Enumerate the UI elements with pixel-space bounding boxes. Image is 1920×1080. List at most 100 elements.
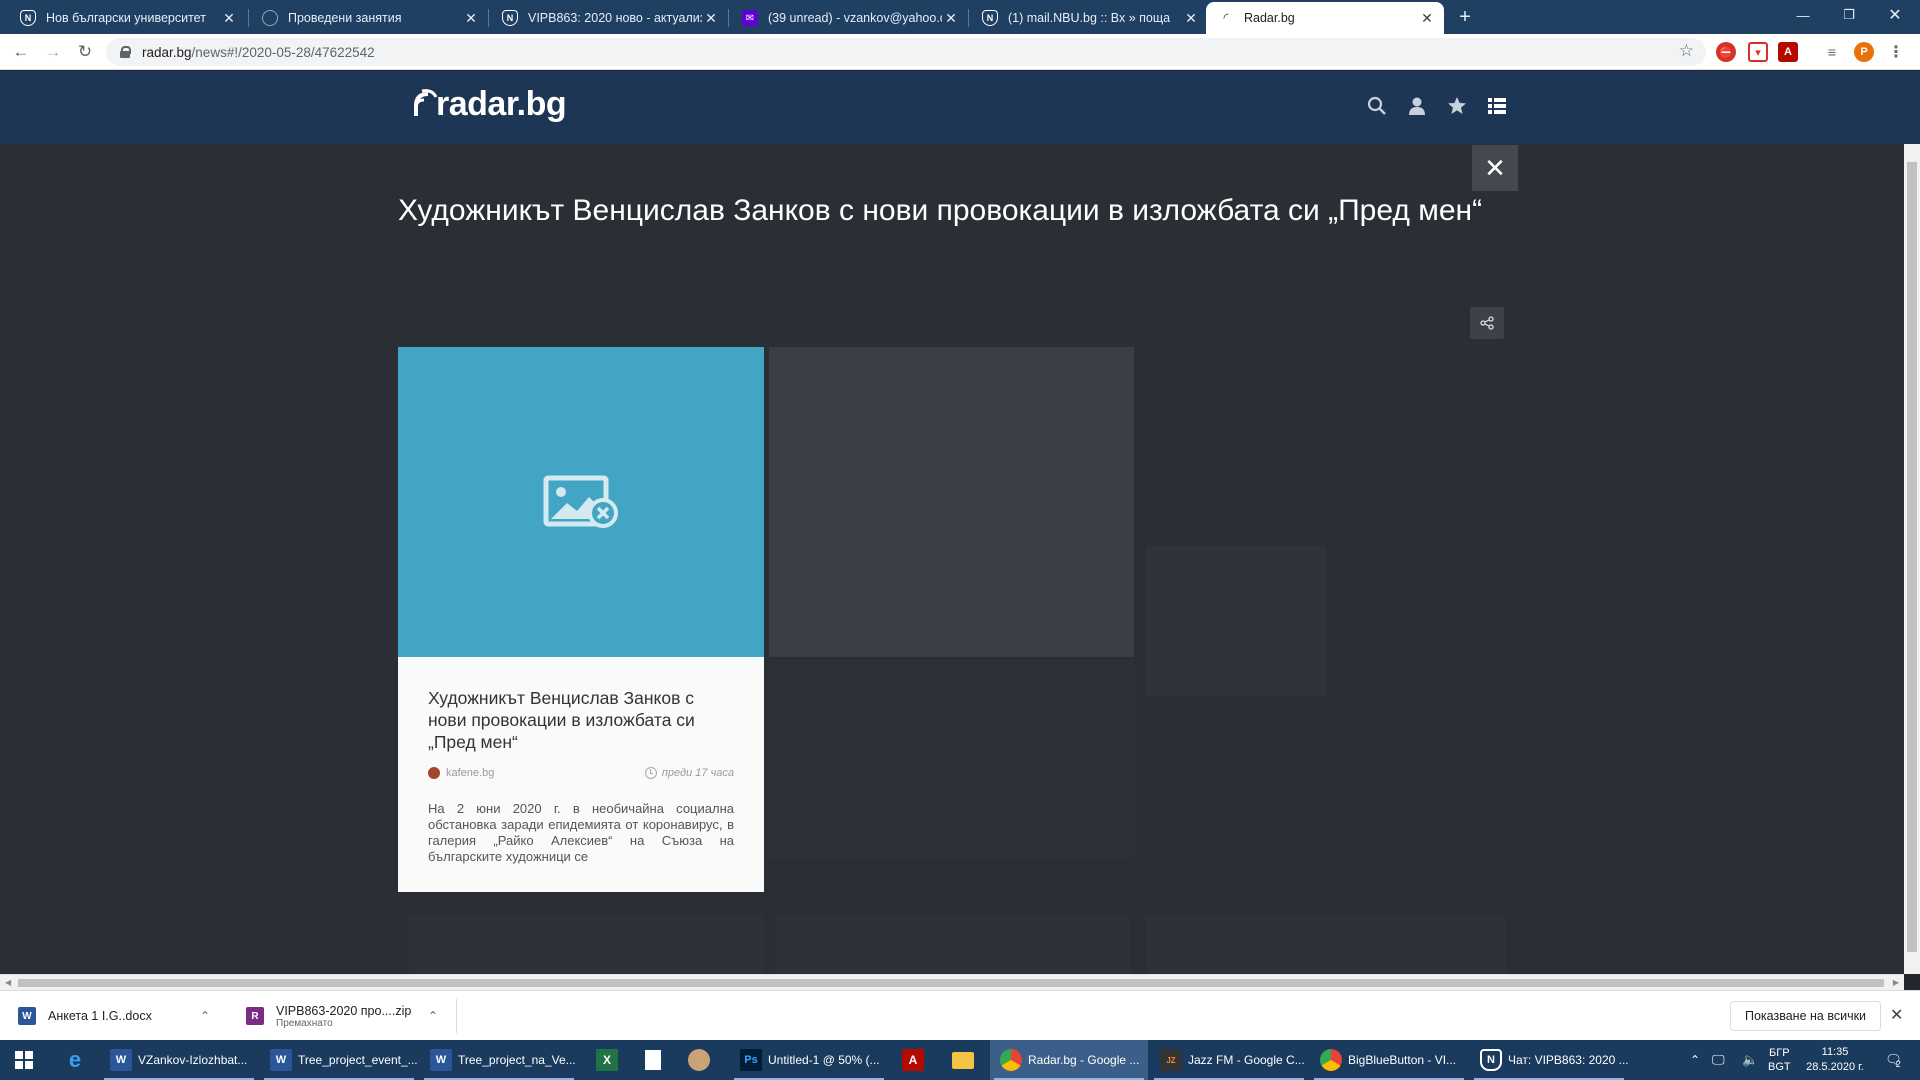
background-card xyxy=(775,915,1130,974)
share-button[interactable] xyxy=(1470,307,1504,339)
source-logo-icon xyxy=(428,767,440,779)
browser-tab[interactable]: N VIPB863: 2020 ново - актуализи ✕ xyxy=(490,2,728,34)
start-button[interactable] xyxy=(0,1040,48,1080)
download-name: Анкета 1 I.G..docx xyxy=(48,1009,152,1023)
star-icon[interactable] xyxy=(1446,95,1470,119)
restore-button[interactable]: ❐ xyxy=(1826,0,1872,30)
taskbar-app-label: Untitled-1 @ 50% (... xyxy=(768,1053,880,1067)
close-window-button[interactable]: ✕ xyxy=(1872,0,1918,30)
close-tab-icon[interactable]: ✕ xyxy=(942,9,960,27)
taskbar-app-active[interactable]: Radar.bg - Google ... xyxy=(990,1040,1148,1080)
scroll-right-icon[interactable]: ▶ xyxy=(1893,978,1899,987)
downloads-shelf: W Анкета 1 I.G..docx ⌃ R VIPB863-2020 пр… xyxy=(0,990,1920,1040)
nbu-logo-icon: N xyxy=(502,10,518,26)
taskbar-app[interactable]: JZ Jazz FM - Google C... xyxy=(1150,1040,1308,1080)
back-button[interactable]: ← xyxy=(10,41,32,63)
forward-button[interactable]: → xyxy=(42,41,64,63)
show-all-downloads-button[interactable]: Показване на всички xyxy=(1730,1001,1882,1031)
share-icon xyxy=(1480,316,1494,330)
background-card xyxy=(1146,915,1506,974)
taskbar-app[interactable]: W VZankov-Izlozhbat... xyxy=(100,1040,258,1080)
site-header: radar.bg xyxy=(0,71,1920,144)
chevron-up-icon[interactable]: ⌃ xyxy=(428,1009,438,1023)
file-explorer-icon[interactable] xyxy=(940,1040,986,1080)
edge-icon[interactable]: e xyxy=(52,1040,98,1080)
network-icon[interactable]: 🖵 xyxy=(1712,1040,1725,1080)
browser-app-icon[interactable] xyxy=(676,1040,722,1080)
card-excerpt: На 2 юни 2020 г. в необичайна социална о… xyxy=(428,801,734,864)
user-icon[interactable] xyxy=(1406,95,1430,119)
download-name: VIPB863-2020 про....zip xyxy=(276,1003,412,1018)
reload-button[interactable]: ↻ xyxy=(74,41,96,63)
scrollbar-thumb[interactable] xyxy=(18,979,1884,987)
close-tab-icon[interactable]: ✕ xyxy=(702,9,720,27)
new-tab-button[interactable]: + xyxy=(1454,6,1476,28)
volume-icon[interactable]: 🔈 xyxy=(1742,1040,1758,1080)
card-source[interactable]: kafene.bg xyxy=(428,767,494,779)
article-image-placeholder[interactable] xyxy=(398,347,764,657)
acrobat-icon[interactable]: A xyxy=(890,1040,936,1080)
excel-icon[interactable]: X xyxy=(584,1040,630,1080)
horizontal-scrollbar[interactable]: ◀ ▶ xyxy=(0,974,1904,990)
browser-tab[interactable]: ✉ (39 unread) - vzankov@yahoo.cc ✕ xyxy=(730,2,968,34)
background-card xyxy=(769,660,1134,860)
address-bar[interactable]: radar.bg/news#!/2020-05-28/47622542 ☆ xyxy=(106,38,1706,66)
download-item[interactable]: R VIPB863-2020 про....zip Премахнато ⌃ xyxy=(246,999,446,1033)
tab-title: Нов български университет xyxy=(46,11,206,25)
browser-toolbar: ← → ↻ radar.bg/news#!/2020-05-28/4762254… xyxy=(0,34,1920,70)
close-tab-icon[interactable]: ✕ xyxy=(220,9,238,27)
taskbar-app[interactable]: N Чат: VIPB863: 2020 ... xyxy=(1470,1040,1628,1080)
more-menu-icon[interactable]: ⋮ xyxy=(1886,42,1906,62)
notification-center-button[interactable]: 🗨 2 xyxy=(1878,1040,1908,1080)
taskbar-app[interactable]: W Tree_project_event_... xyxy=(260,1040,418,1080)
logo-text: radar.bg xyxy=(436,85,567,123)
lock-icon[interactable] xyxy=(120,46,131,58)
winrar-icon: R xyxy=(246,1007,264,1025)
word-icon: W xyxy=(110,1049,132,1071)
tray-overflow-icon[interactable]: ⌃ xyxy=(1690,1040,1700,1080)
taskbar-app[interactable]: W Tree_project_na_Ve... xyxy=(420,1040,578,1080)
pocket-extension-icon[interactable]: ▾ xyxy=(1748,42,1768,62)
tab-title: (1) mail.NBU.bg :: Вх » поща xyxy=(1008,11,1171,25)
download-item[interactable]: W Анкета 1 I.G..docx ⌃ xyxy=(18,999,218,1033)
scroll-left-icon[interactable]: ◀ xyxy=(5,978,11,987)
clock[interactable]: 11:35 28.5.2020 г. xyxy=(1800,1040,1870,1080)
vertical-scrollbar[interactable] xyxy=(1904,144,1920,974)
taskbar-app-label: Чат: VIPB863: 2020 ... xyxy=(1508,1053,1628,1067)
article-title: Художникът Венцислав Занков с нови прово… xyxy=(398,194,1483,227)
source-name: kafene.bg xyxy=(446,767,495,779)
clock-time: 11:35 xyxy=(1821,1046,1849,1058)
taskbar-app[interactable]: Ps Untitled-1 @ 50% (... xyxy=(730,1040,888,1080)
media-control-icon[interactable]: ≡ xyxy=(1822,42,1842,62)
acrobat-extension-icon[interactable]: A xyxy=(1778,42,1798,62)
word-doc-icon: W xyxy=(18,1007,36,1025)
radar-logo[interactable]: radar.bg xyxy=(412,85,567,124)
close-shelf-icon[interactable]: ✕ xyxy=(1890,1005,1903,1025)
scrollbar-thumb[interactable] xyxy=(1907,162,1917,952)
browser-tab-strip: N Нов български университет ✕ Проведени … xyxy=(0,0,1920,34)
document-icon[interactable] xyxy=(630,1040,676,1080)
close-tab-icon[interactable]: ✕ xyxy=(462,9,480,27)
browser-tab-active[interactable]: ◜ Radar.bg ✕ xyxy=(1206,2,1444,34)
bookmark-star-icon[interactable]: ☆ xyxy=(1679,41,1694,61)
close-tab-icon[interactable]: ✕ xyxy=(1182,9,1200,27)
windows-taskbar: e W VZankov-Izlozhbat... W Tree_project_ev… xyxy=(0,1040,1920,1080)
search-icon[interactable] xyxy=(1366,95,1390,119)
adblock-extension-icon[interactable]: ⛔ xyxy=(1716,42,1736,62)
browser-tab[interactable]: Проведени занятия ✕ xyxy=(250,2,488,34)
browser-tab[interactable]: N (1) mail.NBU.bg :: Вх » поща ✕ xyxy=(970,2,1208,34)
browser-tab[interactable]: N Нов български университет ✕ xyxy=(8,2,246,34)
language-indicator[interactable]: БГР BGT xyxy=(1768,1040,1791,1080)
chevron-up-icon[interactable]: ⌃ xyxy=(200,1009,210,1023)
close-overlay-button[interactable]: ✕ xyxy=(1472,145,1518,191)
minimize-button[interactable]: — xyxy=(1780,0,1826,30)
card-title[interactable]: Художникът Венцислав Занков с нови прово… xyxy=(428,687,734,753)
list-icon[interactable] xyxy=(1486,95,1510,119)
media-tile[interactable] xyxy=(769,347,1134,657)
tab-title: VIPB863: 2020 ново - актуализи xyxy=(528,11,702,25)
taskbar-app[interactable]: BigBlueButton - VI... xyxy=(1310,1040,1468,1080)
close-tab-icon[interactable]: ✕ xyxy=(1418,9,1436,27)
article-card[interactable]: Художникът Венцислав Занков с нови прово… xyxy=(398,347,764,892)
profile-avatar[interactable]: P xyxy=(1854,42,1874,62)
nbu-logo-icon: N xyxy=(1480,1049,1502,1071)
